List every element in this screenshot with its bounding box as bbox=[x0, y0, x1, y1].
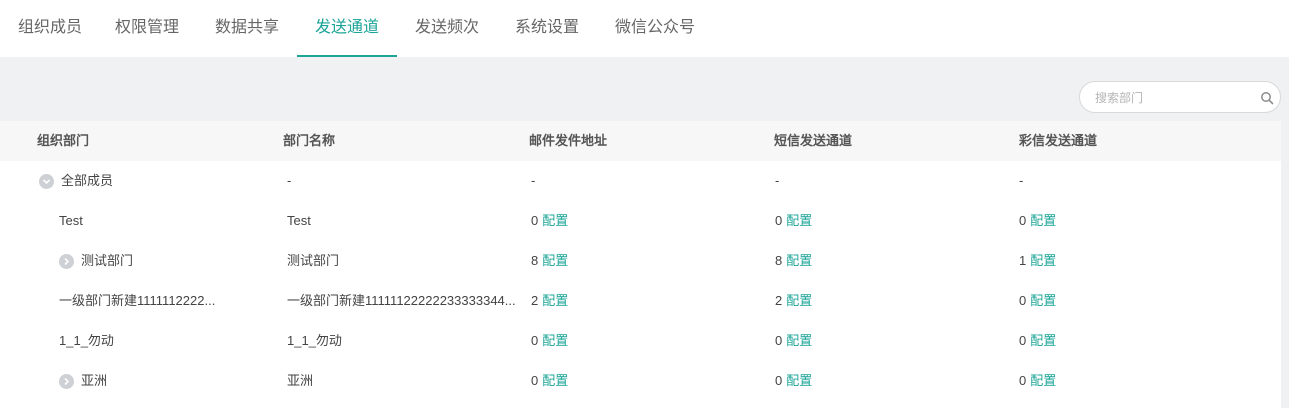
sms-count: 0 bbox=[775, 213, 783, 228]
mms-count: 1 bbox=[1019, 253, 1027, 268]
collapse-icon[interactable] bbox=[39, 174, 54, 189]
tab-permissions[interactable]: 权限管理 bbox=[97, 0, 197, 57]
config-sms-link[interactable]: 配置 bbox=[786, 253, 812, 268]
mms-count: 0 bbox=[1019, 333, 1027, 348]
org-cell[interactable]: 一级部门新建1111112222... bbox=[59, 281, 215, 321]
email-count: 0 bbox=[531, 333, 539, 348]
org-cell[interactable]: Test bbox=[59, 201, 83, 241]
sms-cell: 2 配置 bbox=[775, 281, 812, 321]
header-org: 组织部门 bbox=[37, 133, 90, 148]
org-cell[interactable]: 全部成员 bbox=[61, 161, 113, 201]
table-row: 亚洲 亚洲 0 配置 0 配置 0 配置 bbox=[0, 361, 1281, 401]
email-cell: 0 配置 bbox=[531, 321, 568, 361]
header-mms: 彩信发送通道 bbox=[1019, 133, 1098, 148]
header-sms: 短信发送通道 bbox=[774, 133, 853, 148]
channel-table: 组织部门 部门名称 邮件发件地址 短信发送通道 彩信发送通道 全部成员 - - … bbox=[0, 121, 1281, 408]
email-cell: 0 配置 bbox=[531, 201, 568, 241]
config-mms-link[interactable]: 配置 bbox=[1030, 333, 1056, 348]
sms-cell: 8 配置 bbox=[775, 241, 812, 281]
config-sms-link[interactable]: 配置 bbox=[786, 293, 812, 308]
tab-bar: 组织成员 权限管理 数据共享 发送通道 发送频次 系统设置 微信公众号 bbox=[0, 0, 1289, 57]
search-icon[interactable] bbox=[1260, 91, 1274, 105]
search-input[interactable] bbox=[1095, 89, 1255, 107]
name-cell: 测试部门 bbox=[287, 253, 340, 268]
tab-wechat-account[interactable]: 微信公众号 bbox=[597, 0, 713, 57]
tab-send-channel[interactable]: 发送通道 bbox=[297, 0, 398, 57]
sms-cell: - bbox=[775, 173, 780, 188]
sms-count: 8 bbox=[775, 253, 783, 268]
config-mms-link[interactable]: 配置 bbox=[1030, 213, 1056, 228]
expand-icon[interactable] bbox=[59, 254, 74, 269]
mms-cell: 0 配置 bbox=[1019, 281, 1056, 321]
config-mms-link[interactable]: 配置 bbox=[1030, 293, 1056, 308]
scrollbar[interactable] bbox=[1281, 121, 1289, 408]
table-row: 一级部门新建1111112222... 一级部门新建11111122222233… bbox=[0, 281, 1281, 321]
sms-count: 0 bbox=[775, 373, 783, 388]
name-cell: - bbox=[287, 173, 292, 188]
table-row: Test Test 0 配置 0 配置 0 配置 bbox=[0, 201, 1281, 241]
tab-system-settings[interactable]: 系统设置 bbox=[497, 0, 597, 57]
email-cell: 0 配置 bbox=[531, 361, 568, 401]
mms-cell: 1 配置 bbox=[1019, 241, 1056, 281]
sms-count: 2 bbox=[775, 293, 783, 308]
mms-count: 0 bbox=[1019, 293, 1027, 308]
mms-cell: 0 配置 bbox=[1019, 201, 1056, 241]
table-row: 1_1_勿动 1_1_勿动 0 配置 0 配置 0 配置 bbox=[0, 321, 1281, 361]
expand-icon[interactable] bbox=[59, 374, 74, 389]
config-sms-link[interactable]: 配置 bbox=[786, 333, 812, 348]
email-cell: 8 配置 bbox=[531, 241, 568, 281]
email-count: 2 bbox=[531, 293, 539, 308]
table-row: 测试部门 测试部门 8 配置 8 配置 1 配置 bbox=[0, 241, 1281, 281]
search-box[interactable] bbox=[1079, 81, 1281, 113]
config-email-link[interactable]: 配置 bbox=[542, 213, 568, 228]
tab-send-frequency[interactable]: 发送频次 bbox=[397, 0, 497, 57]
config-email-link[interactable]: 配置 bbox=[542, 293, 568, 308]
config-email-link[interactable]: 配置 bbox=[542, 333, 568, 348]
config-mms-link[interactable]: 配置 bbox=[1030, 373, 1056, 388]
email-cell: - bbox=[531, 173, 536, 188]
tab-org-members[interactable]: 组织成员 bbox=[0, 0, 100, 57]
tab-data-sharing[interactable]: 数据共享 bbox=[197, 0, 297, 57]
mms-count: 0 bbox=[1019, 373, 1027, 388]
config-sms-link[interactable]: 配置 bbox=[786, 213, 812, 228]
mms-count: 0 bbox=[1019, 213, 1027, 228]
email-count: 0 bbox=[531, 373, 539, 388]
email-count: 0 bbox=[531, 213, 539, 228]
config-email-link[interactable]: 配置 bbox=[542, 373, 568, 388]
mms-cell: 0 配置 bbox=[1019, 361, 1056, 401]
config-mms-link[interactable]: 配置 bbox=[1030, 253, 1056, 268]
mms-cell: - bbox=[1019, 173, 1024, 188]
org-cell[interactable]: 亚洲 bbox=[81, 361, 107, 401]
sms-cell: 0 配置 bbox=[775, 201, 812, 241]
sms-cell: 0 配置 bbox=[775, 321, 812, 361]
org-cell[interactable]: 1_1_勿动 bbox=[59, 321, 114, 361]
config-sms-link[interactable]: 配置 bbox=[786, 373, 812, 388]
name-cell: 亚洲 bbox=[287, 373, 314, 388]
email-cell: 2 配置 bbox=[531, 281, 568, 321]
email-count: 8 bbox=[531, 253, 539, 268]
header-dept-name: 部门名称 bbox=[283, 133, 336, 148]
sms-cell: 0 配置 bbox=[775, 361, 812, 401]
org-cell[interactable]: 测试部门 bbox=[81, 241, 133, 281]
table-header: 组织部门 部门名称 邮件发件地址 短信发送通道 彩信发送通道 bbox=[0, 121, 1281, 161]
header-email: 邮件发件地址 bbox=[529, 133, 608, 148]
sms-count: 0 bbox=[775, 333, 783, 348]
config-email-link[interactable]: 配置 bbox=[542, 253, 568, 268]
name-cell: 1_1_勿动 bbox=[287, 333, 342, 348]
name-cell: 一级部门新建11111122222233333344... bbox=[287, 293, 516, 308]
name-cell: Test bbox=[287, 213, 311, 228]
mms-cell: 0 配置 bbox=[1019, 321, 1056, 361]
table-row: 全部成员 - - - - bbox=[0, 161, 1281, 201]
